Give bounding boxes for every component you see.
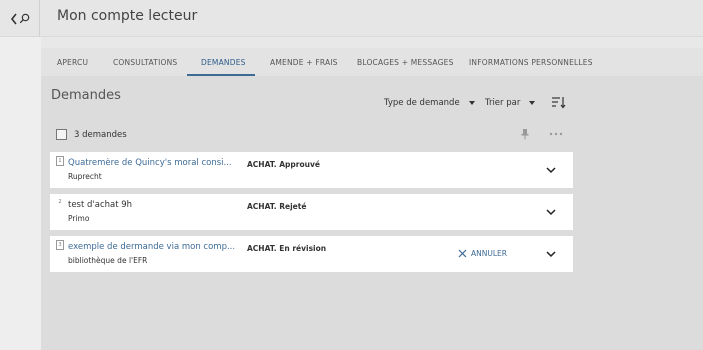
back-search-button[interactable] — [0, 0, 40, 37]
sort-label: Trier par — [485, 98, 521, 108]
row-number: 3 — [56, 240, 64, 250]
tab-apercu[interactable]: APERCU — [57, 58, 88, 67]
request-row[interactable]: 3 exemple de dermande via mon comp... bi… — [50, 236, 573, 272]
type-filter-label: Type de demande — [384, 98, 460, 108]
search-icon — [19, 13, 29, 24]
sort-order-icon[interactable] — [551, 95, 567, 109]
request-count: 3 demandes — [74, 130, 127, 140]
request-title: test d'achat 9h — [68, 200, 133, 210]
row-number: 2 — [58, 199, 62, 205]
request-row[interactable]: 2 test d'achat 9h Primo ACHAT. Rejeté — [50, 194, 573, 230]
tab-demandes[interactable]: DEMANDES — [201, 58, 246, 67]
request-title-link[interactable]: exemple de dermande via mon comp... — [68, 242, 248, 252]
request-row[interactable]: 1 Quatremère de Quincy's moral consi... … — [50, 152, 573, 188]
row-number: 1 — [56, 156, 64, 166]
request-status: ACHAT. Rejeté — [247, 202, 307, 211]
tab-bar: APERCU CONSULTATIONS DEMANDES AMENDE + F… — [41, 48, 703, 76]
caret-down-icon — [468, 101, 475, 105]
left-rail — [0, 37, 41, 350]
tab-informations-personnelles[interactable]: INFORMATIONS PERSONNELLES — [469, 58, 593, 67]
request-status: ACHAT. Approuvé — [247, 160, 320, 169]
tab-amende-frais[interactable]: AMENDE + FRAIS — [270, 58, 338, 67]
select-all-checkbox[interactable] — [56, 129, 67, 140]
top-bar: Mon compte lecteur — [0, 0, 703, 37]
close-icon — [458, 249, 467, 258]
chevron-down-icon[interactable] — [545, 165, 557, 175]
request-source: bibliothèque de l'EFR — [68, 256, 148, 265]
pin-icon[interactable] — [519, 128, 531, 140]
sort-dropdown[interactable]: Trier par — [485, 98, 536, 108]
more-options-icon[interactable] — [548, 128, 564, 140]
cancel-label: ANNULER — [471, 249, 507, 258]
cancel-request-button[interactable]: ANNULER — [458, 249, 507, 258]
chevron-left-icon — [10, 13, 17, 24]
main-panel: APERCU CONSULTATIONS DEMANDES AMENDE + F… — [41, 48, 703, 350]
page-title: Mon compte lecteur — [57, 8, 198, 24]
tab-consultations[interactable]: CONSULTATIONS — [113, 58, 177, 67]
section-title: Demandes — [51, 88, 121, 103]
type-filter-dropdown[interactable]: Type de demande — [384, 98, 475, 108]
active-tab-indicator — [187, 74, 255, 76]
request-title-link[interactable]: Quatremère de Quincy's moral consi... — [68, 158, 248, 168]
chevron-down-icon[interactable] — [545, 207, 557, 217]
chevron-down-icon[interactable] — [545, 249, 557, 259]
request-status: ACHAT. En révision — [247, 244, 327, 253]
request-source: Primo — [68, 214, 90, 223]
tab-blocages-messages[interactable]: BLOCAGES + MESSAGES — [357, 58, 454, 67]
caret-down-icon — [529, 101, 536, 105]
request-source: Ruprecht — [68, 172, 102, 181]
